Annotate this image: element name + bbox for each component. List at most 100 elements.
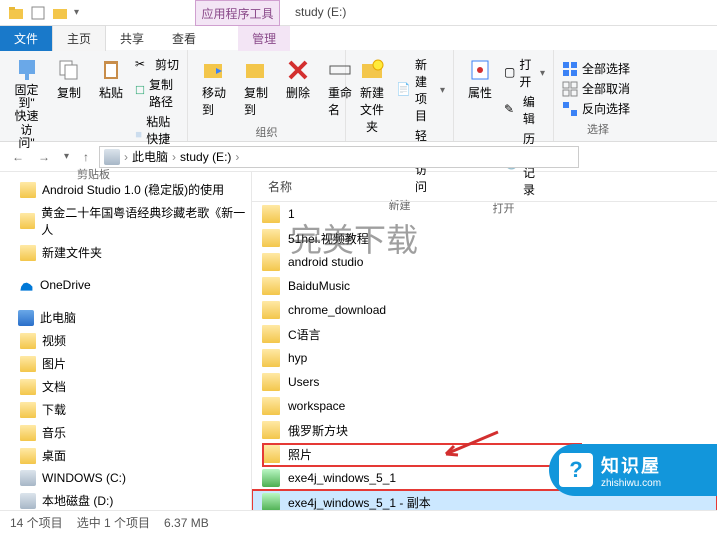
tree-item[interactable]: 此电脑 bbox=[0, 306, 251, 329]
file-row[interactable]: 俄罗斯方块 bbox=[252, 418, 717, 442]
tree-item[interactable]: 音乐 bbox=[0, 421, 251, 444]
paste-button[interactable]: 粘贴 bbox=[93, 54, 129, 105]
window-title: study (E:) bbox=[295, 5, 346, 19]
delete-button[interactable]: 删除 bbox=[280, 54, 316, 105]
file-row[interactable]: hyp bbox=[252, 346, 717, 370]
tab-manage[interactable]: 管理 bbox=[238, 26, 290, 51]
file-row[interactable]: workspace bbox=[252, 394, 717, 418]
tree-item[interactable]: 黄金二十年国粤语经典珍藏老歌《新一人 bbox=[0, 201, 251, 241]
title-bar: ▾ 应用程序工具 study (E:) bbox=[0, 0, 717, 26]
select-all-button[interactable]: 全部选择 bbox=[562, 60, 630, 77]
group-organize-label: 组织 bbox=[196, 122, 337, 140]
tree-item[interactable]: 本地磁盘 (D:) bbox=[0, 489, 251, 510]
path-icon bbox=[135, 85, 145, 101]
drive-icon bbox=[20, 470, 36, 486]
exe-icon bbox=[262, 469, 280, 487]
tree-item[interactable]: Android Studio 1.0 (稳定版)的使用 bbox=[0, 178, 251, 201]
folder-icon bbox=[20, 182, 36, 198]
properties-button[interactable]: 属性 bbox=[462, 54, 498, 105]
chevron-right-icon[interactable]: › bbox=[172, 150, 176, 164]
drive-icon bbox=[104, 149, 120, 165]
group-select-label: 选择 bbox=[562, 119, 634, 137]
new-item-icon: 📄 bbox=[396, 82, 411, 98]
file-name: exe4j_windows_5_1 bbox=[288, 471, 396, 485]
copy-to-icon bbox=[244, 58, 268, 82]
tree-item[interactable]: 图片 bbox=[0, 352, 251, 375]
tree-item[interactable]: 桌面 bbox=[0, 444, 251, 467]
new-folder-button[interactable]: 新建 文件夹 bbox=[354, 54, 390, 139]
copy-icon bbox=[57, 58, 81, 82]
invert-selection-button[interactable]: 反向选择 bbox=[562, 100, 630, 117]
tree-item[interactable]: 新建文件夹 bbox=[0, 241, 251, 264]
tree-item[interactable]: WINDOWS (C:) bbox=[0, 467, 251, 489]
select-none-button[interactable]: 全部取消 bbox=[562, 80, 630, 97]
file-row[interactable]: 51hei.视频教程 bbox=[252, 226, 717, 250]
tab-share[interactable]: 共享 bbox=[106, 26, 158, 51]
brand-badge: ? 知识屋 zhishiwu.com bbox=[549, 444, 717, 496]
move-to-button[interactable]: 移动到 bbox=[196, 54, 232, 122]
column-name[interactable]: 名称 bbox=[262, 176, 562, 197]
tree-item-label: WINDOWS (C:) bbox=[42, 471, 126, 485]
cut-button[interactable]: ✂剪切 bbox=[135, 56, 179, 73]
qat-dropdown-icon[interactable]: ▾ bbox=[74, 7, 79, 18]
file-row[interactable]: C语言 bbox=[252, 322, 717, 346]
nav-back-button[interactable]: ← bbox=[8, 148, 28, 166]
file-name: workspace bbox=[288, 399, 345, 413]
breadcrumb-drive[interactable]: study (E:) bbox=[180, 150, 231, 164]
copy-to-button[interactable]: 复制到 bbox=[238, 54, 274, 122]
file-name: 51hei.视频教程 bbox=[288, 230, 369, 247]
tab-file[interactable]: 文件 bbox=[0, 26, 52, 51]
tree-item-label: 文档 bbox=[42, 378, 66, 395]
folder-icon bbox=[262, 325, 280, 343]
properties-icon bbox=[468, 58, 492, 82]
tree-item[interactable]: 下载 bbox=[0, 398, 251, 421]
file-name: C语言 bbox=[288, 326, 321, 343]
edit-button[interactable]: ✎编辑 bbox=[504, 93, 545, 127]
invert-icon bbox=[562, 101, 578, 117]
tree-item[interactable]: OneDrive bbox=[0, 274, 251, 296]
tree-item[interactable]: 文档 bbox=[0, 375, 251, 398]
tree-item-label: 视频 bbox=[42, 332, 66, 349]
new-item-button[interactable]: 📄新建项目▾ bbox=[396, 56, 445, 124]
tree-item-label: 下载 bbox=[42, 401, 66, 418]
file-row[interactable]: 1 bbox=[252, 202, 717, 226]
file-name: Users bbox=[288, 375, 319, 389]
address-bar[interactable]: › 此电脑 › study (E:) › bbox=[99, 146, 579, 168]
chevron-right-icon[interactable]: › bbox=[124, 150, 128, 164]
pin-button[interactable]: 固定到" 快速访问" bbox=[8, 54, 45, 154]
nav-recent-button[interactable]: ▾ bbox=[60, 149, 73, 164]
chevron-right-icon[interactable]: › bbox=[235, 150, 239, 164]
breadcrumb-pc[interactable]: 此电脑 bbox=[132, 148, 168, 165]
status-count: 14 个项目 bbox=[10, 514, 63, 531]
folder-icon bbox=[20, 379, 36, 395]
qat-new-folder-icon[interactable] bbox=[52, 5, 68, 21]
brand-url: zhishiwu.com bbox=[601, 478, 661, 489]
onedrive-icon bbox=[18, 277, 34, 293]
tree-item-label: 新建文件夹 bbox=[42, 244, 102, 261]
qat-properties-icon[interactable] bbox=[30, 5, 46, 21]
file-row[interactable]: chrome_download bbox=[252, 298, 717, 322]
tab-home[interactable]: 主页 bbox=[52, 25, 106, 51]
shortcut-icon bbox=[135, 131, 142, 147]
folder-icon bbox=[262, 301, 280, 319]
copy-button[interactable]: 复制 bbox=[51, 54, 87, 105]
nav-forward-button[interactable]: → bbox=[34, 148, 54, 166]
ribbon-tabs: 文件 主页 共享 查看 管理 bbox=[0, 26, 717, 50]
file-row[interactable]: BaiduMusic bbox=[252, 274, 717, 298]
open-icon: ▢ bbox=[504, 65, 515, 81]
column-headers[interactable]: 名称 bbox=[252, 172, 717, 202]
copy-path-button[interactable]: 复制路径 bbox=[135, 76, 179, 110]
nav-up-button[interactable]: ↑ bbox=[79, 148, 93, 166]
nav-tree[interactable]: Android Studio 1.0 (稳定版)的使用黄金二十年国粤语经典珍藏老… bbox=[0, 172, 252, 510]
file-name: hyp bbox=[288, 351, 307, 365]
file-row[interactable]: Users bbox=[252, 370, 717, 394]
drive-icon bbox=[20, 493, 36, 509]
folder-icon bbox=[262, 421, 280, 439]
open-button[interactable]: ▢打开▾ bbox=[504, 56, 545, 90]
paste-icon bbox=[99, 58, 123, 82]
scissors-icon: ✂ bbox=[135, 57, 151, 73]
tree-item[interactable]: 视频 bbox=[0, 329, 251, 352]
tab-view[interactable]: 查看 bbox=[158, 26, 210, 51]
select-all-icon bbox=[562, 61, 578, 77]
file-row[interactable]: android studio bbox=[252, 250, 717, 274]
